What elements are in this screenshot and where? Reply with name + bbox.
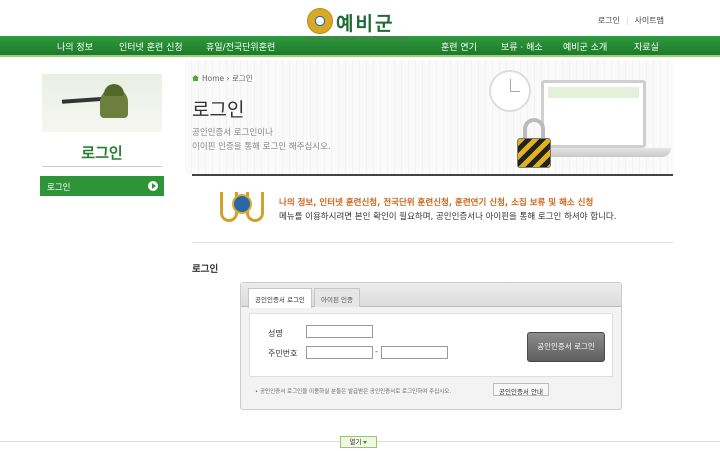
logo-text: 예비군 — [336, 13, 395, 35]
site-logo[interactable]: 예비군 REPUBLIC OF KOREA RESERVED FORCES — [300, 6, 425, 46]
nav-about[interactable]: 예비군 소개 — [563, 40, 607, 53]
nav-internet-training[interactable]: 인터넷 훈련 신청 — [119, 40, 183, 53]
rrn-front-input[interactable] — [306, 346, 373, 359]
login-tabs: 공인인증서 로그인 아이핀 인증 — [241, 283, 621, 308]
login-panel: 공인인증서 로그인 아이핀 인증 성명 주민번호 - 공인인증서 로그인 • 공… — [240, 282, 622, 410]
breadcrumb: Home › 로그인 — [192, 73, 253, 84]
certificate-guide-button[interactable]: 공인인증서 안내 — [493, 383, 549, 396]
open-label: 열기 — [349, 438, 362, 446]
emblem-circle — [232, 194, 252, 214]
padlock-body — [517, 138, 551, 168]
sidebar-item-label: 로그인 — [47, 183, 71, 193]
breadcrumb-current: 로그인 — [231, 74, 253, 83]
sidebar-divider — [42, 166, 162, 167]
laurel-emblem-icon — [218, 188, 266, 230]
header-divider — [192, 174, 673, 176]
soldier-helmet-shape — [104, 84, 124, 96]
nav-reserve-release[interactable]: 보류 · 해소 — [501, 40, 543, 53]
login-note: • 공인인증서 로그인을 이용하실 분들은 발급받은 공인인증서로 로그인하여 … — [255, 389, 452, 395]
utility-links: 로그인 | 사이트맵 — [592, 15, 670, 26]
name-label: 성명 — [268, 329, 283, 338]
certificate-login-button[interactable]: 공인인증서 로그인 — [527, 332, 605, 362]
page-description-line2: 이이핀 인증을 통해 로그인 해주십시오. — [192, 142, 331, 152]
rrn-dash: - — [375, 347, 378, 356]
footer-open-button[interactable]: 열기 — [340, 436, 377, 448]
page-title: 로그인 — [192, 99, 245, 121]
rrn-label: 주민번호 — [268, 349, 298, 358]
padlock-icon — [517, 118, 551, 168]
notice-divider — [192, 242, 673, 243]
top-bar: 예비군 REPUBLIC OF KOREA RESERVED FORCES 로그… — [0, 0, 720, 42]
logo-subtitle: REPUBLIC OF KOREA RESERVED FORCES — [307, 37, 408, 42]
home-icon — [192, 75, 199, 81]
nav-training-postpone[interactable]: 훈련 연기 — [441, 40, 477, 53]
sidebar-item-login[interactable]: 로그인 — [40, 176, 164, 196]
nav-archive[interactable]: 자료실 — [634, 40, 659, 53]
page-description: 공인인증서 로그인이나 이이핀 인증을 통해 로그인 해주십시오. — [192, 126, 412, 154]
laptop-screen — [548, 87, 639, 141]
login-section-title: 로그인 — [192, 264, 219, 275]
name-input[interactable] — [306, 325, 373, 338]
util-sitemap-link[interactable]: 사이트맵 — [629, 16, 670, 25]
tab-certificate-login[interactable]: 공인인증서 로그인 — [248, 288, 312, 308]
reserve-forces-emblem-icon — [307, 8, 333, 34]
nav-my-info[interactable]: 나의 정보 — [57, 40, 93, 53]
notice-text: 메뉴를 이용하시려면 본인 확인이 필요하며, 공인인증서나 아이핀을 통해 로… — [279, 212, 617, 222]
notice-highlight: 나의 정보, 인터넷 훈련신청, 전국단위 훈련신청, 훈련연기 신청, 소집 … — [279, 198, 594, 208]
sidebar-title: 로그인 — [81, 144, 123, 162]
clock-icon — [489, 70, 531, 112]
page-description-line1: 공인인증서 로그인이나 — [192, 128, 273, 138]
arrow-right-icon — [148, 181, 158, 191]
login-form: 성명 주민번호 - 공인인증서 로그인 — [249, 313, 613, 377]
tab-ipin[interactable]: 아이핀 인증 — [314, 288, 360, 307]
breadcrumb-home[interactable]: Home — [202, 74, 224, 83]
nav-holiday-training[interactable]: 휴일/전국단위훈련 — [206, 40, 275, 53]
util-login-link[interactable]: 로그인 — [592, 16, 626, 25]
laptop-illustration — [541, 80, 646, 148]
sidebar-soldier-image — [42, 74, 162, 132]
chevron-down-icon — [363, 440, 368, 444]
rrn-back-input[interactable] — [381, 346, 448, 359]
